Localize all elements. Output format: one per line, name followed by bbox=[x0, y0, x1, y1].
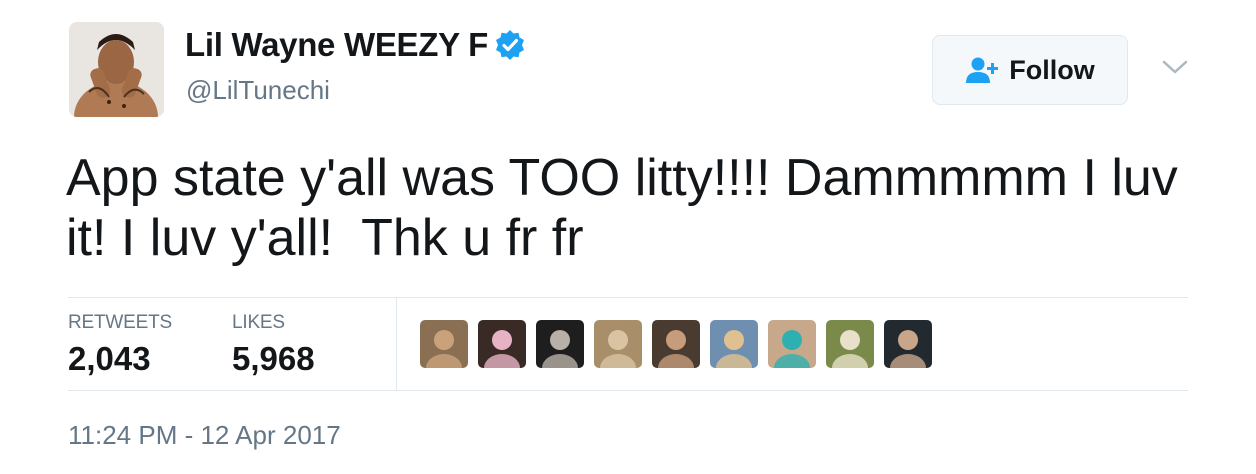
likes-count: 5,968 bbox=[232, 340, 315, 377]
liker-avatar-8[interactable] bbox=[826, 320, 874, 368]
add-user-icon bbox=[965, 56, 1001, 84]
liker-avatar-9[interactable] bbox=[884, 320, 932, 368]
liker-avatar-5[interactable] bbox=[652, 320, 700, 368]
follow-label: Follow bbox=[1009, 54, 1095, 85]
tweet-timestamp[interactable]: 11:24 PM - 12 Apr 2017 bbox=[68, 420, 341, 451]
retweets-stat[interactable]: RETWEETS 2,043 bbox=[68, 312, 172, 378]
liker-avatar-3[interactable] bbox=[536, 320, 584, 368]
user-handle[interactable]: @LilTunechi bbox=[186, 75, 330, 106]
liker-avatars bbox=[420, 320, 942, 368]
likes-label: LIKES bbox=[232, 312, 285, 333]
profile-photo bbox=[69, 22, 164, 117]
liker-avatar-1[interactable] bbox=[420, 320, 468, 368]
stats-separator bbox=[396, 298, 397, 390]
chevron-down-icon[interactable] bbox=[1160, 56, 1190, 78]
verified-badge-icon bbox=[494, 29, 526, 61]
tweet-text: App state y'all was TOO litty!!!! Dammmm… bbox=[66, 149, 1193, 267]
tweet-stats: RETWEETS 2,043 LIKES 5,968 bbox=[68, 298, 1188, 390]
liker-avatar-4[interactable] bbox=[594, 320, 642, 368]
stats-bottom-divider bbox=[68, 390, 1188, 391]
display-name-row: Lil Wayne WEEZY F bbox=[185, 26, 526, 64]
avatar[interactable] bbox=[69, 22, 164, 117]
liker-avatar-6[interactable] bbox=[710, 320, 758, 368]
retweets-count: 2,043 bbox=[68, 340, 151, 377]
likes-stat[interactable]: LIKES 5,968 bbox=[232, 312, 315, 378]
display-name[interactable]: Lil Wayne WEEZY F bbox=[185, 26, 488, 64]
liker-avatar-7[interactable] bbox=[768, 320, 816, 368]
retweets-label: RETWEETS bbox=[68, 312, 172, 333]
liker-avatar-2[interactable] bbox=[478, 320, 526, 368]
follow-button[interactable]: Follow bbox=[932, 35, 1128, 105]
